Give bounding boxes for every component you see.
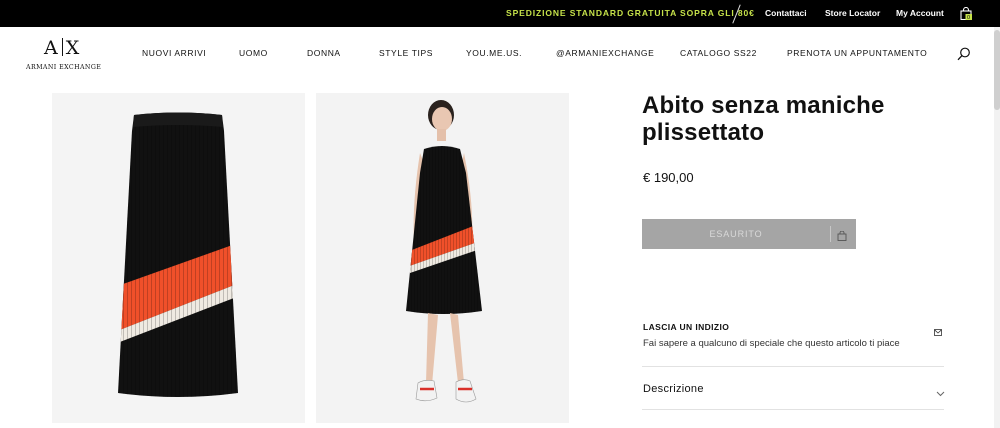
chevron-down-icon[interactable] — [936, 384, 945, 397]
logo-divider — [62, 38, 63, 56]
nav-book-appointment[interactable]: PRENOTA UN APPUNTAMENTO — [787, 48, 927, 58]
divider — [642, 409, 944, 410]
shipping-promo: SPEDIZIONE STANDARD GRATUITA SOPRA GLI 8… — [506, 8, 755, 18]
cart-button[interactable]: 0 — [960, 6, 972, 21]
nav-men[interactable]: UOMO — [239, 48, 268, 58]
shopping-bag-icon: 0 — [960, 6, 972, 21]
envelope-icon[interactable] — [934, 323, 942, 336]
search-button[interactable] — [957, 47, 971, 61]
contact-link[interactable]: Contattaci — [765, 8, 807, 18]
my-account-link[interactable]: My Account — [896, 8, 944, 18]
product-title: Abito senza maniche plissettato — [642, 92, 885, 146]
hint-description: Fai sapere a qualcuno di speciale che qu… — [643, 338, 900, 349]
model-illustration — [406, 100, 482, 403]
dress-illustration — [118, 112, 238, 397]
sold-out-divider — [830, 226, 831, 242]
hint-heading[interactable]: LASCIA UN INDIZIO — [643, 322, 729, 332]
nav-you-me-us[interactable]: YOU.ME.US. — [466, 48, 522, 58]
store-locator-link[interactable]: Store Locator — [825, 8, 880, 18]
page-scrollbar-thumb[interactable] — [994, 30, 1000, 110]
nav-instagram[interactable]: @ARMANIEXCHANGE — [556, 48, 654, 58]
sold-out-button[interactable]: ESAURITO — [642, 219, 856, 249]
product-image-flat[interactable] — [52, 93, 305, 423]
shopping-bag-icon — [837, 229, 847, 241]
divider — [642, 366, 944, 367]
product-image-model[interactable] — [316, 93, 569, 423]
product-page: SPEDIZIONE STANDARD GRATUITA SOPRA GLI 8… — [0, 0, 1000, 428]
cart-count: 0 — [967, 15, 970, 20]
top-bar: SPEDIZIONE STANDARD GRATUITA SOPRA GLI 8… — [0, 0, 1000, 27]
logo-text: ARMANI EXCHANGE — [26, 64, 102, 71]
main-header: A X ARMANI EXCHANGE NUOVI ARRIVI UOMO DO… — [0, 27, 1000, 81]
nav-women[interactable]: DONNA — [307, 48, 341, 58]
description-accordion[interactable]: Descrizione — [643, 383, 704, 395]
nav-catalog[interactable]: CATALOGO SS22 — [680, 48, 757, 58]
product-price: € 190,00 — [643, 170, 694, 185]
sold-out-label: ESAURITO — [709, 229, 763, 239]
nav-new-arrivals[interactable]: NUOVI ARRIVI — [142, 48, 206, 58]
search-icon — [957, 47, 970, 61]
nav-style-tips[interactable]: STYLE TIPS — [379, 48, 433, 58]
